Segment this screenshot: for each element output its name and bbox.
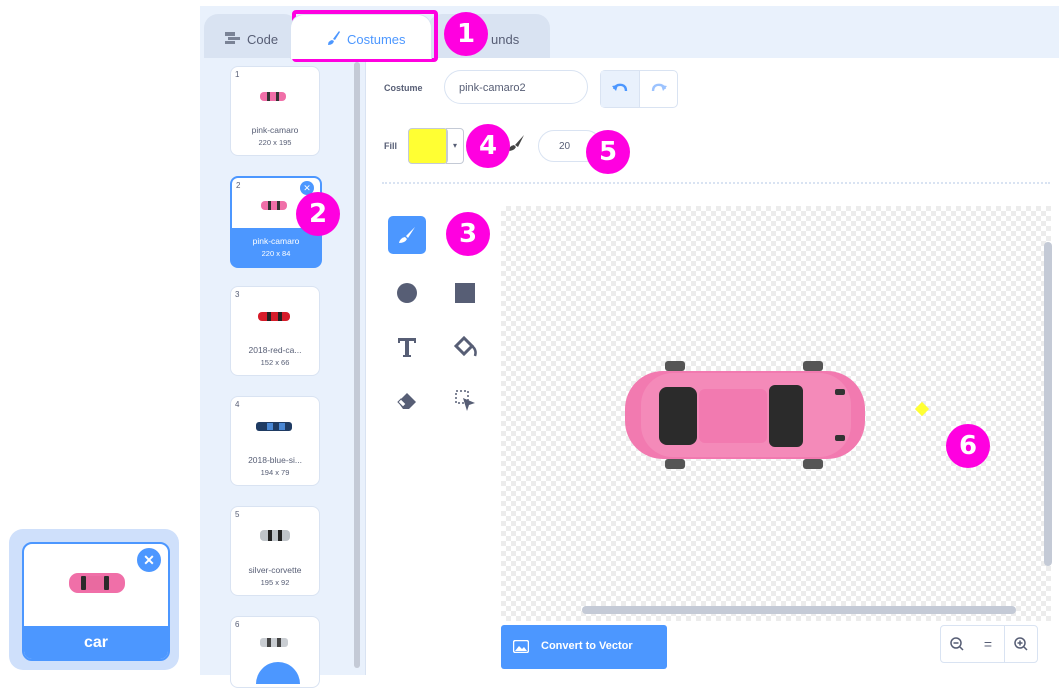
costume-name: pink-camaro <box>252 236 300 246</box>
costume-number: 5 <box>235 510 240 519</box>
costume-number: 1 <box>235 70 240 79</box>
tab-code-label: Code <box>247 32 279 47</box>
pink-car-image <box>625 361 865 469</box>
fill-label: Fill <box>384 141 397 151</box>
undo-redo-group <box>600 70 678 108</box>
convert-to-vector-button[interactable]: Convert to Vector <box>501 625 667 669</box>
toolbar-divider <box>382 182 1050 184</box>
car-thumbnail <box>69 573 125 593</box>
close-x-icon[interactable]: ✕ <box>135 546 163 574</box>
costume-size: 195 x 92 <box>260 578 290 587</box>
zoom-reset-button[interactable]: = <box>972 625 1004 663</box>
annotation-badge-3: 3 <box>446 212 490 256</box>
brush-tool[interactable] <box>388 216 426 254</box>
costume-size: 194 x 79 <box>260 468 290 477</box>
costume-thumbnail <box>258 312 290 321</box>
code-blocks-icon <box>225 32 240 44</box>
costume-name: pink-camaro <box>251 125 299 135</box>
costume-number: 6 <box>235 620 240 629</box>
rectangle-icon <box>455 283 475 303</box>
zoom-out-button[interactable] <box>940 625 974 663</box>
circle-icon <box>397 283 417 303</box>
image-icon <box>513 640 529 653</box>
costume-number: 4 <box>235 400 240 409</box>
canvas-scrollbar-vertical[interactable] <box>1044 242 1052 566</box>
annotation-badge-1: 1 <box>444 12 488 56</box>
select-tool[interactable] <box>446 382 484 420</box>
undo-icon <box>612 83 628 92</box>
annotation-badge-2: 2 <box>296 192 340 236</box>
canvas-scrollbar-horizontal[interactable] <box>582 606 1016 614</box>
annotation-badge-4: 4 <box>466 124 510 168</box>
yellow-paint-dot <box>914 401 930 417</box>
text-tool[interactable] <box>388 328 426 366</box>
costume-list-scrollbar[interactable] <box>354 62 360 668</box>
tab-costumes[interactable]: Costumes <box>290 14 432 59</box>
fill-tool[interactable] <box>446 328 484 366</box>
costume-size: 220 x 195 <box>258 138 292 147</box>
circle-tool[interactable] <box>388 274 426 312</box>
zoom-in-button[interactable] <box>1004 625 1038 663</box>
chevron-down-icon[interactable]: ▾ <box>446 128 464 164</box>
fill-bucket-icon <box>453 336 477 357</box>
costume-size: 220 x 84 <box>261 249 291 258</box>
costume-name-input[interactable]: pink-camaro2 <box>444 70 588 104</box>
fill-color-swatch[interactable] <box>408 128 448 164</box>
costume-number: 3 <box>235 290 240 299</box>
costume-item-4[interactable]: 4 2018-blue-si... 194 x 79 <box>230 396 320 486</box>
drawing-canvas[interactable] <box>501 206 1051 621</box>
redo-icon <box>651 83 667 92</box>
costume-number: 2 <box>236 181 241 190</box>
eraser-tool[interactable] <box>388 382 426 420</box>
paintbrush-icon <box>328 31 340 45</box>
undo-button[interactable] <box>601 71 639 107</box>
tab-bar: Code unds Costumes <box>200 6 1059 59</box>
sprite-name: car <box>24 626 168 659</box>
tab-sounds-label: unds <box>491 32 520 47</box>
tab-costumes-label: Costumes <box>347 32 406 47</box>
annotation-badge-6: 6 <box>946 424 990 468</box>
brush-icon <box>399 227 415 243</box>
annotation-badge-5: 5 <box>586 130 630 174</box>
sprite-card[interactable]: car ✕ <box>9 529 179 670</box>
redo-button[interactable] <box>639 71 678 107</box>
text-icon <box>398 338 416 357</box>
costume-thumbnail <box>260 638 288 647</box>
rectangle-tool[interactable] <box>446 274 484 312</box>
tab-code[interactable]: Code <box>204 14 298 59</box>
costume-name: 2018-red-ca... <box>248 345 302 355</box>
eraser-icon <box>397 393 416 409</box>
zoom-in-icon <box>1014 637 1028 651</box>
costume-item-3[interactable]: 3 2018-red-ca... 152 x 66 <box>230 286 320 376</box>
costume-size: 152 x 66 <box>260 358 290 367</box>
costume-editor: Code unds Costumes 1 pink-camaro 220 x 1… <box>200 6 1059 688</box>
costume-list: 1 pink-camaro 220 x 195 2 ✕ pink-camaro … <box>200 58 365 688</box>
costume-item-1[interactable]: 1 pink-camaro 220 x 195 <box>230 66 320 156</box>
costume-name: silver-corvette <box>248 565 302 575</box>
costume-label: Costume <box>384 83 423 93</box>
costume-thumbnail <box>260 92 286 101</box>
zoom-out-icon <box>950 637 964 651</box>
costume-thumbnail <box>256 422 292 431</box>
select-icon <box>455 390 475 411</box>
costume-thumbnail <box>261 201 287 210</box>
costume-name: 2018-blue-si... <box>248 455 302 465</box>
convert-button-label: Convert to Vector <box>541 640 633 652</box>
costume-item-5[interactable]: 5 silver-corvette 195 x 92 <box>230 506 320 596</box>
costume-thumbnail <box>260 530 290 541</box>
